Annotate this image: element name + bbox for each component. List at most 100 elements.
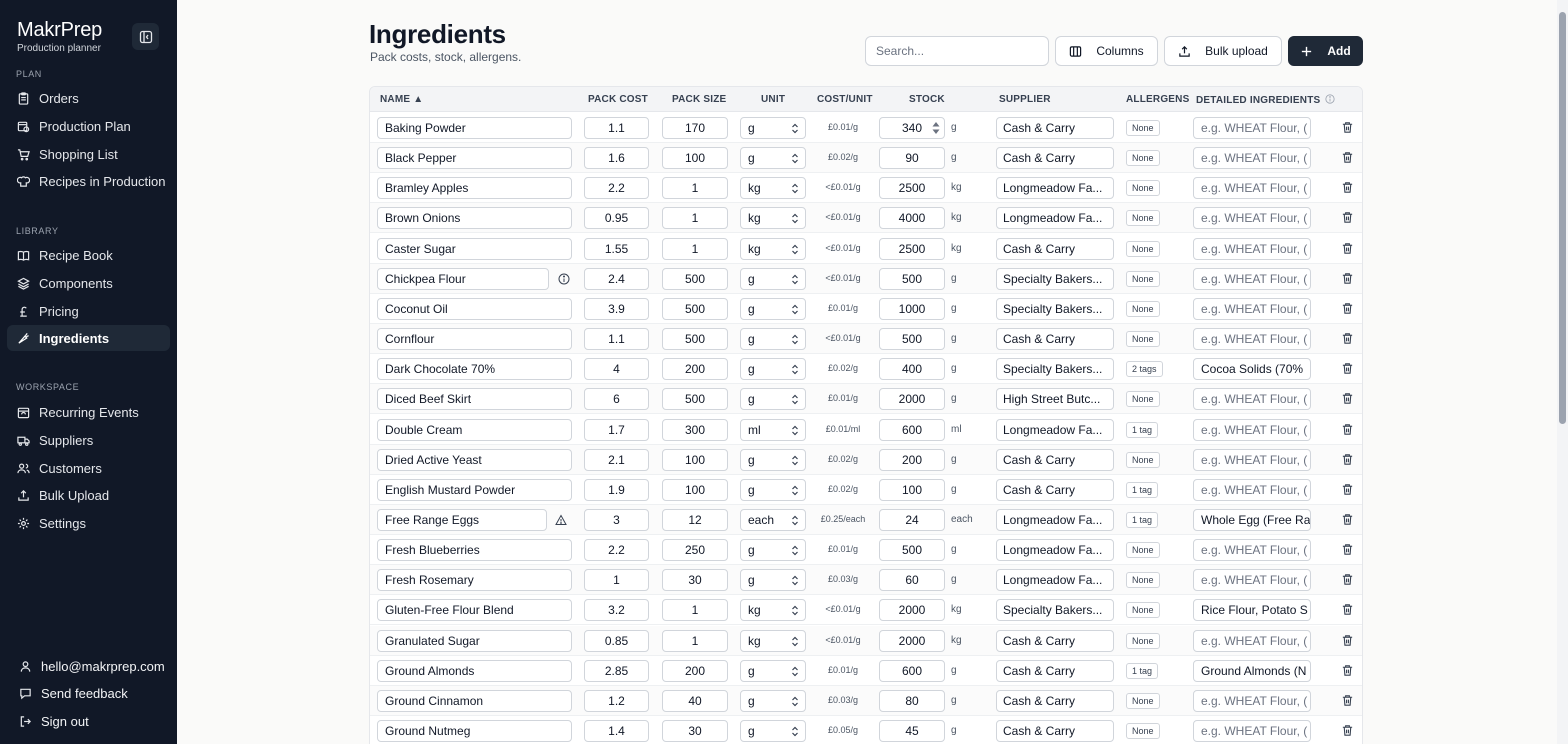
unit-select[interactable]: g: [740, 539, 806, 561]
ingredient-name-input[interactable]: Chickpea Flour: [377, 268, 549, 290]
supplier-select[interactable]: Longmeadow Fa...: [996, 569, 1114, 591]
pack-size-input[interactable]: 200: [662, 660, 728, 682]
allergens-badge[interactable]: None: [1126, 693, 1160, 709]
sidebar-item-suppliers[interactable]: Suppliers: [7, 427, 170, 453]
allergens-badge[interactable]: None: [1126, 391, 1160, 407]
columns-button[interactable]: Columns: [1055, 36, 1158, 66]
pack-size-input[interactable]: 200: [662, 358, 728, 380]
stock-input[interactable]: 90: [879, 147, 945, 169]
pack-size-input[interactable]: 30: [662, 569, 728, 591]
ingredient-name-input[interactable]: Free Range Eggs: [377, 509, 547, 531]
ingredient-name-input[interactable]: Fresh Rosemary: [377, 569, 572, 591]
sidebar-item-bulk-upload[interactable]: Bulk Upload: [7, 482, 170, 508]
pack-cost-input[interactable]: 2.4: [584, 268, 649, 290]
pack-cost-input[interactable]: 4: [584, 358, 649, 380]
ingredient-name-input[interactable]: Ground Nutmeg: [377, 720, 572, 742]
allergens-badge[interactable]: 1 tag: [1126, 422, 1159, 438]
pack-cost-input[interactable]: 1.9: [584, 479, 649, 501]
pack-cost-input[interactable]: 1.4: [584, 720, 649, 742]
column-header-supplier[interactable]: SUPPLIER: [999, 94, 1051, 105]
ingredient-name-input[interactable]: Dried Active Yeast: [377, 449, 572, 471]
supplier-select[interactable]: Longmeadow Fa...: [996, 539, 1114, 561]
trash-icon[interactable]: [1341, 573, 1354, 586]
sidebar-item-recipes-in-production[interactable]: Recipes in Production: [7, 168, 170, 194]
pack-size-input[interactable]: 40: [662, 690, 728, 712]
unit-select[interactable]: g: [740, 690, 806, 712]
pack-size-input[interactable]: 250: [662, 539, 728, 561]
stock-input[interactable]: 24: [879, 509, 945, 531]
trash-icon[interactable]: [1341, 332, 1354, 345]
trash-icon[interactable]: [1341, 513, 1354, 526]
detailed-ingredients-input[interactable]: e.g. WHEAT Flour, (: [1193, 720, 1311, 742]
detailed-ingredients-input[interactable]: e.g. WHEAT Flour, (: [1193, 268, 1311, 290]
allergens-badge[interactable]: None: [1126, 542, 1160, 558]
allergens-badge[interactable]: None: [1126, 301, 1160, 317]
unit-select[interactable]: g: [740, 449, 806, 471]
supplier-select[interactable]: Longmeadow Fa...: [996, 419, 1114, 441]
stock-input[interactable]: 500: [879, 328, 945, 350]
supplier-select[interactable]: Longmeadow Fa...: [996, 509, 1114, 531]
detailed-ingredients-input[interactable]: e.g. WHEAT Flour, (: [1193, 539, 1311, 561]
supplier-select[interactable]: Cash & Carry: [996, 479, 1114, 501]
unit-select[interactable]: g: [740, 147, 806, 169]
detailed-ingredients-input[interactable]: e.g. WHEAT Flour, (: [1193, 298, 1311, 320]
sign-out-button[interactable]: Sign out: [7, 709, 170, 733]
ingredient-name-input[interactable]: Diced Beef Skirt: [377, 388, 572, 410]
allergens-badge[interactable]: None: [1126, 150, 1160, 166]
stock-input[interactable]: 2000: [879, 630, 945, 652]
column-header-pack-cost[interactable]: PACK COST: [588, 94, 648, 105]
stock-input[interactable]: 60: [879, 569, 945, 591]
detailed-ingredients-input[interactable]: e.g. WHEAT Flour, (: [1193, 328, 1311, 350]
stock-input[interactable]: 1000: [879, 298, 945, 320]
info-icon[interactable]: [558, 273, 570, 285]
sidebar-item-settings[interactable]: Settings: [7, 510, 170, 536]
ingredient-name-input[interactable]: Bramley Apples: [377, 177, 572, 199]
sidebar-item-recurring-events[interactable]: Recurring Events: [7, 399, 170, 425]
pack-cost-input[interactable]: 2.85: [584, 660, 649, 682]
unit-select[interactable]: kg: [740, 599, 806, 621]
column-header-allergens[interactable]: ALLERGENS: [1126, 94, 1189, 105]
ingredient-name-input[interactable]: Gluten-Free Flour Blend: [377, 599, 572, 621]
sidebar-item-customers[interactable]: Customers: [7, 455, 170, 481]
unit-select[interactable]: g: [740, 268, 806, 290]
detailed-ingredients-input[interactable]: e.g. WHEAT Flour, (: [1193, 207, 1311, 229]
stock-input[interactable]: 2500: [879, 238, 945, 260]
trash-icon[interactable]: [1341, 694, 1354, 707]
pack-size-input[interactable]: 170: [662, 117, 728, 139]
allergens-badge[interactable]: 1 tag: [1126, 482, 1159, 498]
sidebar-item-production-plan[interactable]: Production Plan: [7, 113, 170, 139]
column-header-stock[interactable]: STOCK: [909, 94, 945, 105]
stock-input[interactable]: 2000: [879, 599, 945, 621]
sidebar-item-recipe-book[interactable]: Recipe Book: [7, 242, 170, 268]
pack-size-input[interactable]: 100: [662, 449, 728, 471]
unit-select[interactable]: g: [740, 328, 806, 350]
supplier-select[interactable]: Cash & Carry: [996, 690, 1114, 712]
unit-select[interactable]: g: [740, 298, 806, 320]
pack-cost-input[interactable]: 1.55: [584, 238, 649, 260]
pack-cost-input[interactable]: 1.2: [584, 690, 649, 712]
scrollbar[interactable]: [1557, 0, 1568, 744]
column-header-name[interactable]: NAME ▲: [380, 94, 423, 105]
trash-icon[interactable]: [1341, 211, 1354, 224]
unit-select[interactable]: g: [740, 117, 806, 139]
detailed-ingredients-input[interactable]: e.g. WHEAT Flour, (: [1193, 449, 1311, 471]
pack-cost-input[interactable]: 3: [584, 509, 649, 531]
supplier-select[interactable]: Cash & Carry: [996, 660, 1114, 682]
stock-input[interactable]: 500: [879, 268, 945, 290]
ingredient-name-input[interactable]: Dark Chocolate 70%: [377, 358, 572, 380]
ingredient-name-input[interactable]: Black Pepper: [377, 147, 572, 169]
pack-size-input[interactable]: 1: [662, 177, 728, 199]
stock-input[interactable]: 80: [879, 690, 945, 712]
ingredient-name-input[interactable]: Baking Powder: [377, 117, 572, 139]
trash-icon[interactable]: [1341, 121, 1354, 134]
supplier-select[interactable]: Cash & Carry: [996, 147, 1114, 169]
account-email[interactable]: hello@makrprep.com: [7, 654, 170, 678]
stock-input[interactable]: 400: [879, 358, 945, 380]
column-header-pack-size[interactable]: PACK SIZE: [672, 94, 726, 105]
supplier-select[interactable]: Cash & Carry: [996, 720, 1114, 742]
stock-input[interactable]: 2000: [879, 388, 945, 410]
pack-size-input[interactable]: 1: [662, 630, 728, 652]
supplier-select[interactable]: Specialty Bakers...: [996, 298, 1114, 320]
search-input[interactable]: [865, 36, 1049, 66]
stock-input[interactable]: 600: [879, 660, 945, 682]
